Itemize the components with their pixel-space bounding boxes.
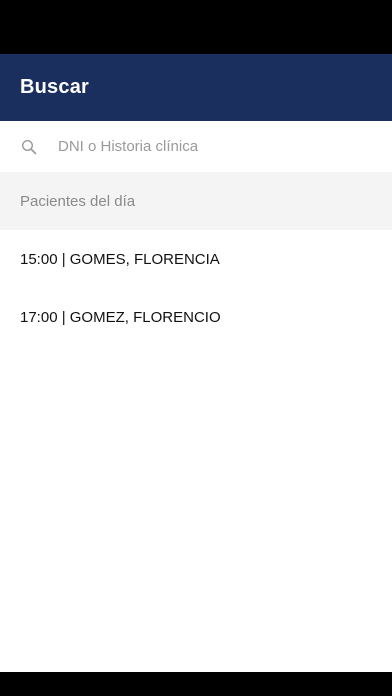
patient-label: 17:00 | GOMEZ, FLORENCIO [20, 308, 221, 326]
status-bar [0, 0, 392, 54]
navigation-bar [0, 672, 392, 696]
list-item[interactable]: 17:00 | GOMEZ, FLORENCIO [0, 288, 392, 346]
search-bar[interactable] [0, 121, 392, 172]
main-content: Pacientes del día 15:00 | GOMES, FLORENC… [0, 121, 392, 672]
section-title: Pacientes del día [20, 192, 136, 210]
patient-list: 15:00 | GOMES, FLORENCIA 17:00 | GOMEZ, … [0, 230, 392, 346]
section-header-pacientes: Pacientes del día [0, 172, 392, 230]
patient-label: 15:00 | GOMES, FLORENCIA [20, 250, 220, 268]
search-input[interactable] [58, 138, 358, 155]
page-title: Buscar [20, 76, 90, 98]
search-icon [20, 138, 38, 156]
list-item[interactable]: 15:00 | GOMES, FLORENCIA [0, 230, 392, 288]
app-bar: Buscar [0, 54, 392, 121]
